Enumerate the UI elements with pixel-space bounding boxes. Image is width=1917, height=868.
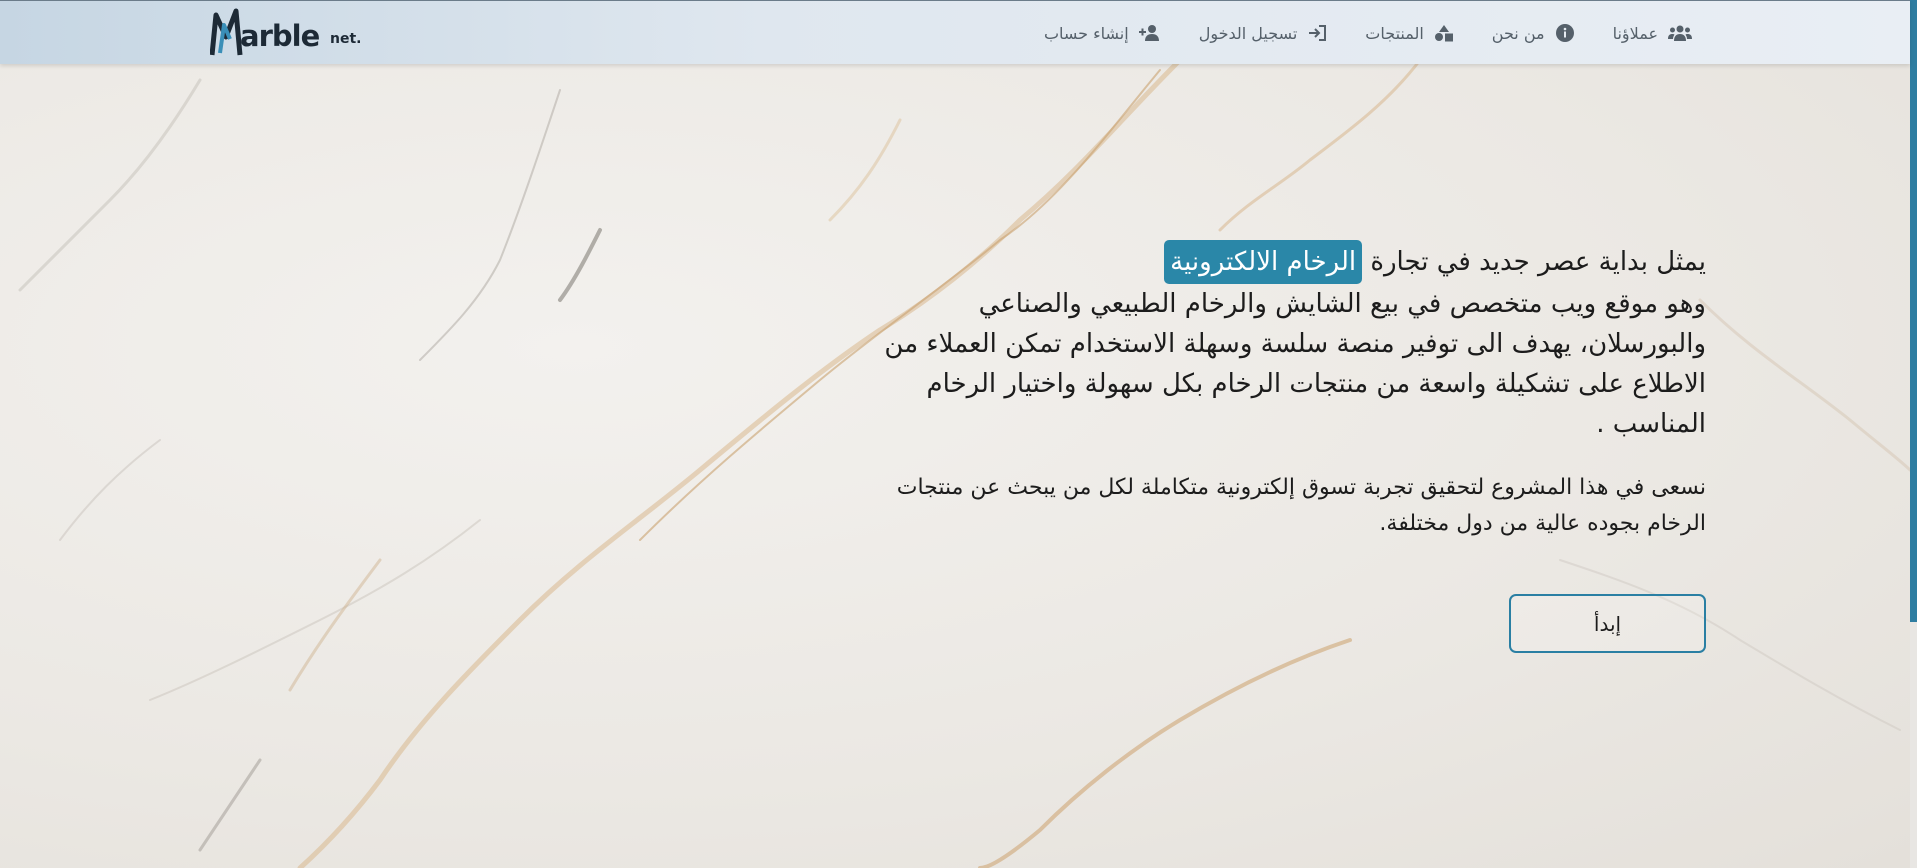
nav-register[interactable]: إنشاء حساب [1044,24,1161,43]
nav-products[interactable]: المنتجات [1365,24,1454,43]
marble-logo[interactable]: arble net. [210,7,370,59]
scrollbar-thumb[interactable] [1910,0,1917,622]
nav-login-label: تسجيل الدخول [1198,23,1298,43]
logo-text: arble [240,19,320,53]
nav-register-label: إنشاء حساب [1043,23,1129,43]
logo-m-icon [210,8,243,56]
start-button[interactable]: إبدأ [1509,594,1706,653]
hero-mission-paragraph: نسعى في هذا المشروع لتحقيق تجربة تسوق إل… [896,475,1706,536]
sign-in-icon [1309,25,1327,41]
top-navbar: arble net. إنشاء حساب تسجيل الدخول المنت… [0,0,1910,64]
hero-intro-prefix: يمثل بداية عصر جديد في تجارة [1370,247,1706,277]
shapes-icon [1434,25,1453,42]
logo-suffix: net. [330,31,362,47]
nav-about-label: من نحن [1491,23,1545,43]
users-icon [1668,25,1692,41]
nav-about[interactable]: من نحن [1492,23,1575,43]
nav-menu: إنشاء حساب تسجيل الدخول المنتجات من نحن … [1044,1,1692,65]
hero-intro-rest: وهو موقع ويب متخصص في بيع الشايش والرخام… [884,289,1706,439]
hero-section: يمثل بداية عصر جديد في تجارة الرخام الال… [861,240,1706,542]
nav-products-label: المنتجات [1365,23,1424,43]
hero-highlight-badge: الرخام الالكترونية [1164,240,1363,284]
hero-intro-paragraph: يمثل بداية عصر جديد في تجارة الرخام الال… [861,240,1706,444]
info-circle-icon [1555,24,1574,42]
nav-clients-label: عملاؤنا [1612,23,1658,43]
nav-login[interactable]: تسجيل الدخول [1199,24,1328,43]
user-plus-icon [1138,25,1159,41]
nav-clients[interactable]: عملاؤنا [1613,24,1692,43]
